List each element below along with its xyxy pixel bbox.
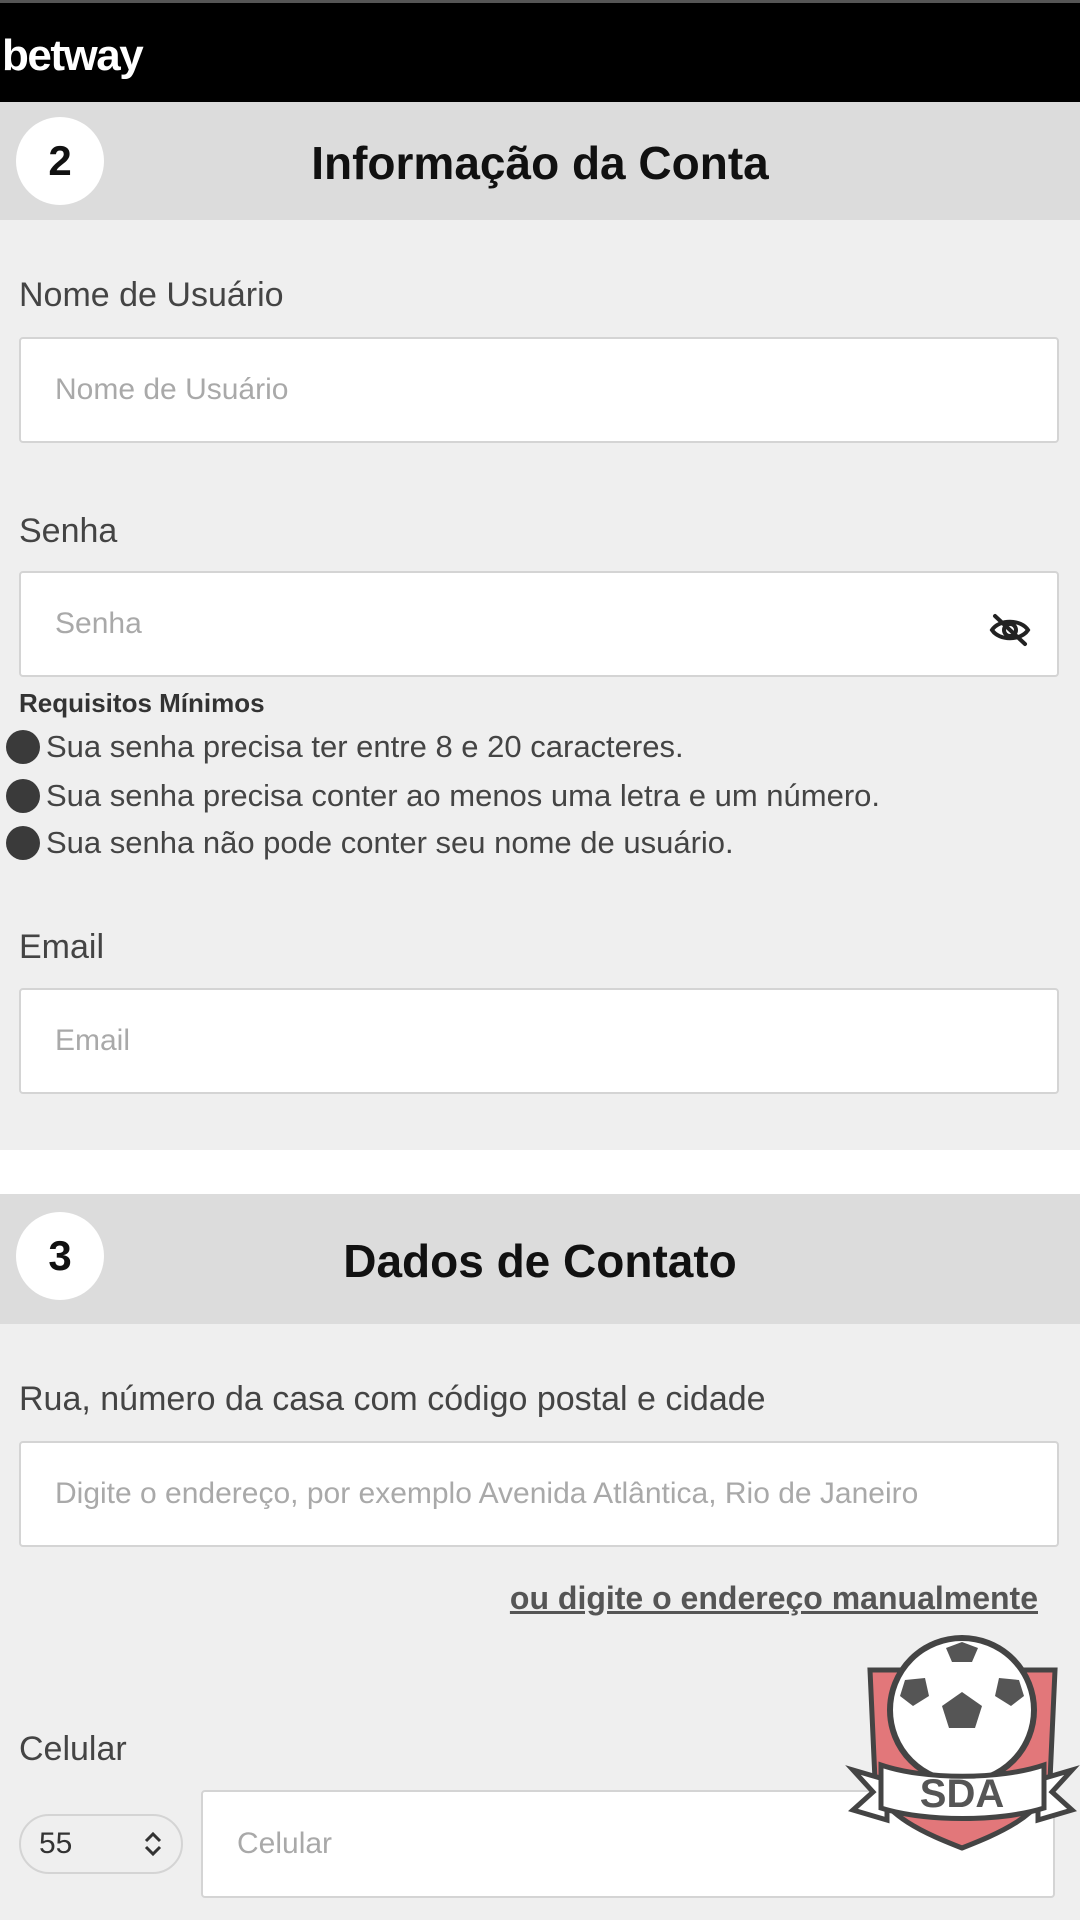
email-input[interactable] (19, 988, 1059, 1094)
section-title: Informação da Conta (311, 137, 769, 189)
requirement-item: Sua senha precisa conter ao menos uma le… (6, 776, 880, 816)
bullet-icon (6, 779, 40, 813)
betway-logo[interactable]: betway (2, 31, 144, 81)
requirement-item: Sua senha precisa ter entre 8 e 20 carac… (6, 727, 684, 767)
section-title: Dados de Contato (343, 1235, 737, 1287)
address-input[interactable] (19, 1441, 1059, 1547)
bullet-icon (6, 826, 40, 860)
requirement-text: Sua senha precisa conter ao menos uma le… (46, 778, 881, 813)
requirement-text: Sua senha precisa ter entre 8 e 20 carac… (46, 729, 684, 764)
username-label: Nome de Usuário (19, 276, 284, 314)
requirement-text: Sua senha não pode conter seu nome de us… (46, 825, 734, 860)
password-input[interactable] (19, 571, 1059, 677)
account-section-header: 2 Informação da Conta (0, 102, 1080, 220)
contact-section-header: 3 Dados de Contato (0, 1194, 1080, 1324)
country-code-select[interactable]: 55 (19, 1814, 183, 1874)
eye-slash-icon[interactable] (985, 605, 1035, 655)
watermark-text: SDA (920, 1772, 1004, 1816)
password-label: Senha (19, 512, 118, 550)
username-input[interactable] (19, 337, 1059, 443)
requirements-title: Requisitos Mínimos (19, 688, 265, 718)
top-bar: betway (0, 0, 1080, 102)
sda-watermark-logo: SDA (845, 1635, 1080, 1851)
country-code-value: 55 (39, 1827, 73, 1860)
email-label: Email (19, 928, 105, 966)
bullet-icon (6, 730, 40, 764)
manual-address-link[interactable]: ou digite o endereço manualmente (510, 1580, 1038, 1617)
section-divider (0, 1150, 1080, 1194)
requirement-item: Sua senha não pode conter seu nome de us… (6, 823, 734, 863)
chevron-updown-icon (144, 1831, 162, 1857)
address-label: Rua, número da casa com código postal e … (19, 1380, 766, 1418)
phone-label: Celular (19, 1730, 127, 1768)
